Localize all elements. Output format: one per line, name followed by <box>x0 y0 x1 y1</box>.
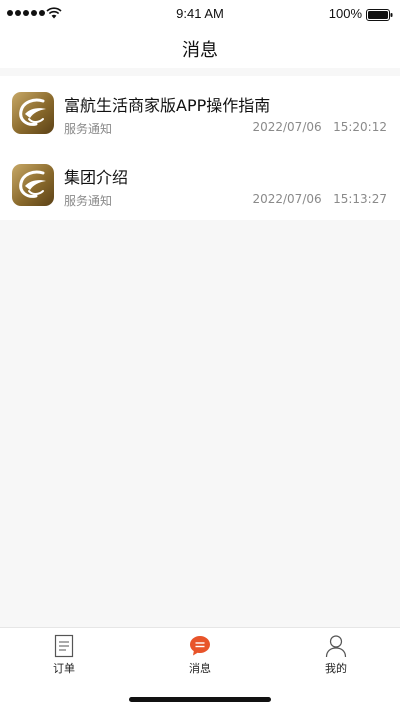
message-category: 服务通知 <box>64 194 113 208</box>
messages-icon <box>190 636 210 656</box>
message-date: 2022/07/06 <box>252 120 322 134</box>
home-indicator[interactable] <box>129 697 271 702</box>
tab-orders[interactable]: 订单 <box>24 634 104 676</box>
app-logo-icon <box>12 92 54 134</box>
battery-percentage: 100% <box>328 6 362 21</box>
screen: 9:41 AM 100% 消息 富航生活商家版APP操作指南 服务通知 2022… <box>0 0 400 711</box>
tab-messages-label: 消息 <box>189 662 211 675</box>
nav-bar: 消息 <box>0 28 400 68</box>
page-title: 消息 <box>182 40 218 61</box>
message-list: 富航生活商家版APP操作指南 服务通知 2022/07/06 15:20:12 … <box>0 76 400 220</box>
message-timestamp: 2022/07/06 15:13:27 <box>252 192 387 206</box>
orders-icon <box>54 634 74 658</box>
tab-mine[interactable]: 我的 <box>296 634 376 676</box>
message-item[interactable]: 富航生活商家版APP操作指南 服务通知 2022/07/06 15:20:12 <box>0 76 400 148</box>
tab-orders-label: 订单 <box>53 662 75 675</box>
battery-icon <box>366 9 393 21</box>
message-category: 服务通知 <box>64 122 113 136</box>
message-title: 集团介绍 <box>64 168 129 187</box>
message-timestamp: 2022/07/06 15:20:12 <box>252 120 387 134</box>
status-bar: 9:41 AM 100% <box>0 0 400 28</box>
message-title: 富航生活商家版APP操作指南 <box>64 96 271 115</box>
tab-messages[interactable]: 消息 <box>160 634 240 676</box>
tab-mine-label: 我的 <box>325 662 347 675</box>
profile-icon <box>325 635 347 658</box>
message-time: 15:13:27 <box>333 192 387 206</box>
message-date: 2022/07/06 <box>252 192 322 206</box>
message-time: 15:20:12 <box>333 120 387 134</box>
message-item[interactable]: 集团介绍 服务通知 2022/07/06 15:13:27 <box>0 148 400 220</box>
app-logo-icon <box>12 164 54 206</box>
